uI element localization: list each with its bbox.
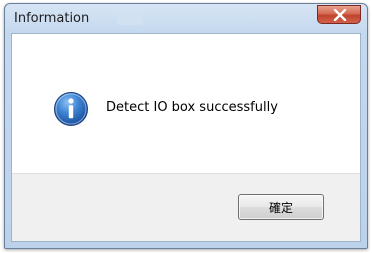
information-icon xyxy=(54,92,88,126)
window-title: Information xyxy=(14,11,90,26)
title-bar-blur xyxy=(117,13,143,25)
dialog-button-bar: 確定 xyxy=(12,173,360,241)
close-icon xyxy=(333,9,347,21)
dialog-content: Detect IO box successfully xyxy=(12,34,360,144)
dialog-message: Detect IO box successfully xyxy=(106,100,278,115)
ok-button[interactable]: 確定 xyxy=(238,194,324,220)
title-bar[interactable]: Information xyxy=(5,4,367,34)
dialog-client-area: Detect IO box successfully 確定 xyxy=(11,33,361,242)
message-dialog: Information Detect IO box successfully 確… xyxy=(4,3,368,249)
close-button[interactable] xyxy=(317,5,361,24)
